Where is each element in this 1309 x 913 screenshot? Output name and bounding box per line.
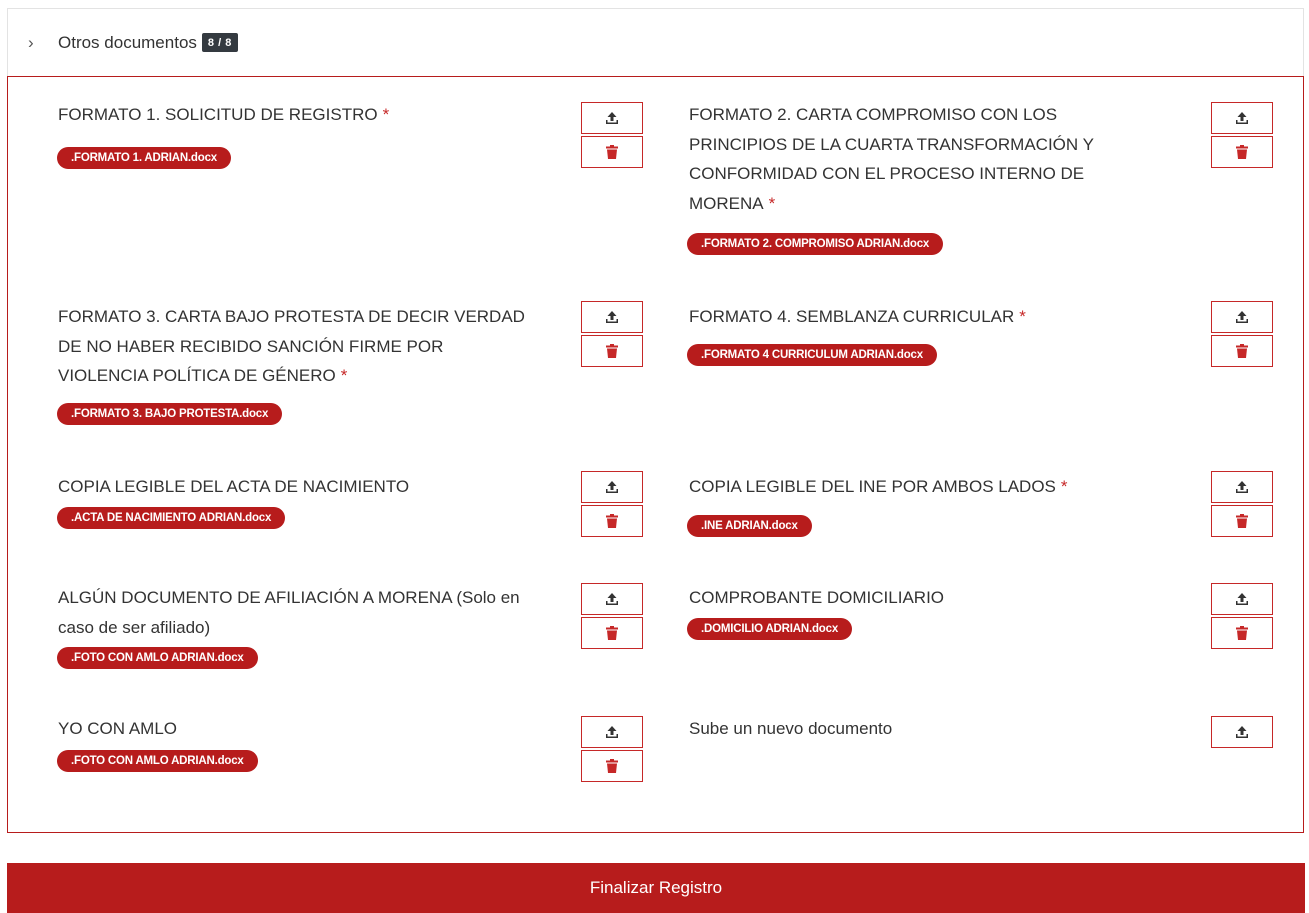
upload-icon [606, 112, 618, 124]
documents-panel-header[interactable]: › Otros documentos 8 / 8 [7, 8, 1304, 76]
documents-panel-body: FORMATO 1. SOLICITUD DE REGISTRO * .FORMA… [7, 76, 1304, 833]
document-title: COPIA LEGIBLE DEL ACTA DE NACIMIENTO [58, 477, 410, 496]
upload-new-document-button[interactable] [1211, 716, 1273, 748]
upload-button[interactable] [581, 301, 643, 333]
document-title: FORMATO 1. SOLICITUD DE REGISTRO * [58, 105, 390, 124]
trash-icon [606, 626, 618, 640]
document-count-badge: 8 / 8 [201, 33, 238, 52]
delete-button[interactable] [1211, 617, 1273, 649]
file-chip[interactable]: .FORMATO 3. BAJO PROTESTA.docx [57, 403, 283, 425]
required-marker: * [768, 193, 776, 213]
trash-icon [1236, 344, 1248, 358]
file-chip[interactable]: .FORMATO 2. COMPROMISO ADRIAN.docx [687, 233, 944, 255]
document-title: FORMATO 2. CARTA COMPROMISO CON LOS PRIN… [689, 105, 1094, 213]
delete-button[interactable] [581, 617, 643, 649]
document-title: FORMATO 4. SEMBLANZA CURRICULAR * [689, 307, 1026, 326]
trash-icon [1236, 514, 1248, 528]
upload-button[interactable] [1211, 301, 1273, 333]
file-chip[interactable]: .ACTA DE NACIMIENTO ADRIAN.docx [57, 507, 286, 529]
document-title: ALGÚN DOCUMENTO DE AFILIACIÓN A MORENA (… [58, 588, 520, 637]
upload-icon [1236, 112, 1248, 124]
delete-button[interactable] [581, 750, 643, 782]
upload-icon [1236, 593, 1248, 605]
upload-icon [606, 593, 618, 605]
file-chip[interactable]: .FOTO CON AMLO ADRIAN.docx [57, 647, 258, 669]
trash-icon [606, 514, 618, 528]
file-chip[interactable]: .INE ADRIAN.docx [687, 515, 812, 537]
upload-icon [1236, 726, 1248, 738]
upload-button[interactable] [581, 716, 643, 748]
delete-button[interactable] [581, 335, 643, 367]
upload-icon [1236, 311, 1248, 323]
upload-icon [606, 311, 618, 323]
trash-icon [1236, 626, 1248, 640]
document-title: COPIA LEGIBLE DEL INE POR AMBOS LADOS * [689, 477, 1068, 496]
upload-button[interactable] [581, 102, 643, 134]
delete-button[interactable] [1211, 335, 1273, 367]
required-marker: * [340, 366, 348, 385]
delete-button[interactable] [581, 505, 643, 537]
upload-button[interactable] [581, 583, 643, 615]
upload-icon [1236, 481, 1248, 493]
upload-button[interactable] [1211, 102, 1273, 134]
file-chip[interactable]: .FORMATO 4 CURRICULUM ADRIAN.docx [687, 344, 937, 366]
required-marker: * [1060, 477, 1068, 496]
new-document-label: Sube un nuevo documento [689, 719, 893, 738]
delete-button[interactable] [1211, 136, 1273, 168]
finalize-registration-button[interactable]: Finalizar Registro [7, 863, 1305, 913]
trash-icon [606, 759, 618, 773]
required-marker: * [1019, 307, 1026, 326]
upload-button[interactable] [1211, 583, 1273, 615]
upload-icon [606, 726, 618, 738]
required-marker: * [382, 105, 390, 124]
document-title: YO CON AMLO [58, 719, 178, 738]
trash-icon [606, 344, 618, 358]
file-chip[interactable]: .FOTO CON AMLO ADRIAN.docx [57, 750, 258, 772]
document-title: COMPROBANTE DOMICILIARIO [689, 588, 945, 607]
document-title: FORMATO 3. CARTA BAJO PROTESTA DE DECIR … [58, 307, 525, 385]
file-chip[interactable]: .FORMATO 1. ADRIAN.docx [57, 147, 231, 169]
upload-button[interactable] [1211, 471, 1273, 503]
chevron-right-icon: › [28, 32, 34, 52]
delete-button[interactable] [581, 136, 643, 168]
upload-icon [606, 481, 618, 493]
delete-button[interactable] [1211, 505, 1273, 537]
upload-button[interactable] [581, 471, 643, 503]
trash-icon [606, 145, 618, 159]
trash-icon [1236, 145, 1248, 159]
file-chip[interactable]: .DOMICILIO ADRIAN.docx [687, 618, 853, 640]
panel-title: Otros documentos [58, 32, 197, 52]
